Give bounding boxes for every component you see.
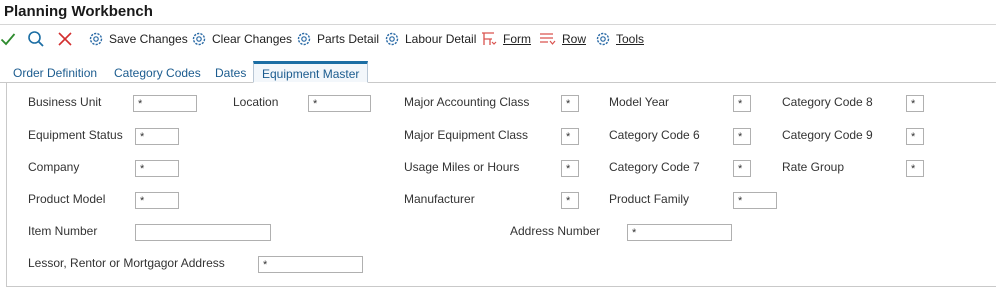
manufacturer-label: Manufacturer: [404, 192, 475, 206]
gear-icon: [88, 31, 104, 47]
model-year-label: Model Year: [609, 95, 670, 109]
clear-changes-label: Clear Changes: [212, 32, 293, 46]
business-unit-input[interactable]: *: [133, 95, 197, 112]
address-number-input[interactable]: *: [627, 224, 732, 241]
ok-button[interactable]: [0, 28, 16, 50]
company-input[interactable]: *: [135, 160, 179, 177]
major-equipment-class-label: Major Equipment Class: [404, 128, 529, 142]
lessor-address-label: Lessor, Rentor or Mortgagor Address: [28, 256, 225, 270]
category-code-8-label: Category Code 8: [782, 95, 873, 109]
gear-icon: [384, 31, 400, 47]
tab-strip: Order Definition Category Codes Dates Eq…: [0, 61, 996, 83]
gear-icon: [191, 31, 207, 47]
category-code-6-label: Category Code 6: [609, 128, 700, 142]
tab-equipment-master[interactable]: Equipment Master: [253, 61, 369, 83]
product-family-label: Product Family: [609, 192, 690, 206]
equipment-status-label: Equipment Status: [28, 128, 123, 142]
cancel-button[interactable]: [57, 28, 73, 50]
parts-detail-button[interactable]: Parts Detail: [296, 28, 379, 50]
manufacturer-input[interactable]: *: [561, 192, 579, 209]
category-code-9-label: Category Code 9: [782, 128, 873, 142]
labour-detail-label: Labour Detail: [405, 32, 477, 46]
location-label: Location: [233, 95, 279, 109]
product-model-input[interactable]: *: [135, 192, 179, 209]
rate-group-label: Rate Group: [782, 160, 845, 174]
gear-icon: [296, 31, 312, 47]
form-menu-icon: [480, 31, 498, 47]
search-icon: [27, 30, 45, 48]
save-changes-label: Save Changes: [109, 32, 188, 46]
category-code-7-label: Category Code 7: [609, 160, 700, 174]
address-number-label: Address Number: [510, 224, 601, 238]
category-code-8-input[interactable]: *: [906, 95, 924, 112]
search-button[interactable]: [27, 28, 45, 50]
location-input[interactable]: *: [308, 95, 371, 112]
gear-icon: [595, 31, 611, 47]
lessor-address-input[interactable]: *: [258, 256, 363, 273]
form-menu-button[interactable]: Form: [480, 28, 531, 50]
usage-miles-or-hours-label: Usage Miles or Hours: [404, 160, 520, 174]
equipment-status-input[interactable]: *: [135, 128, 179, 145]
company-label: Company: [28, 160, 80, 174]
category-code-9-input[interactable]: *: [906, 128, 924, 145]
tab-order-definition[interactable]: Order Definition: [13, 61, 97, 83]
tools-menu-label: Tools: [616, 32, 645, 46]
major-accounting-class-label: Major Accounting Class: [404, 95, 530, 109]
labour-detail-button[interactable]: Labour Detail: [384, 28, 476, 50]
clear-changes-button[interactable]: Clear Changes: [191, 28, 292, 50]
category-code-7-input[interactable]: *: [733, 160, 751, 177]
row-menu-label: Row: [562, 32, 587, 46]
save-changes-button[interactable]: Save Changes: [88, 28, 188, 50]
category-code-6-input[interactable]: *: [733, 128, 751, 145]
row-menu-icon: [539, 31, 557, 47]
row-menu-button[interactable]: Row: [539, 28, 586, 50]
item-number-input[interactable]: [135, 224, 271, 241]
page-title: Planning Workbench: [4, 3, 153, 20]
close-icon: [57, 31, 73, 47]
toolbar: Save Changes Clear Changes Parts Detail …: [0, 26, 996, 51]
item-number-label: Item Number: [28, 224, 98, 238]
major-equipment-class-input[interactable]: *: [561, 128, 579, 145]
tools-menu-button[interactable]: Tools: [595, 28, 644, 50]
product-family-input[interactable]: *: [733, 192, 777, 209]
business-unit-label: Business Unit: [28, 95, 102, 109]
major-accounting-class-input[interactable]: *: [561, 95, 579, 112]
check-icon: [0, 31, 16, 47]
tab-category-codes[interactable]: Category Codes: [114, 61, 201, 83]
tab-dates[interactable]: Dates: [215, 61, 246, 83]
product-model-label: Product Model: [28, 192, 106, 206]
model-year-input[interactable]: *: [733, 95, 751, 112]
rate-group-input[interactable]: *: [906, 160, 924, 177]
title-bar: Planning Workbench: [0, 0, 996, 25]
usage-miles-or-hours-input[interactable]: *: [561, 160, 579, 177]
parts-detail-label: Parts Detail: [317, 32, 380, 46]
form-menu-label: Form: [503, 32, 531, 46]
